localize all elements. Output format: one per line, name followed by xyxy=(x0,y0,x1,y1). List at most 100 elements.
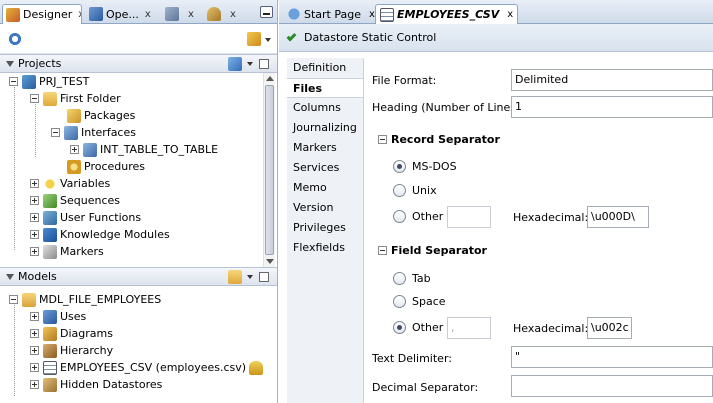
tree-node-mdl-file-employees[interactable]: MDL_FILE_EMPLOYEES xyxy=(9,291,161,308)
collapse-icon[interactable] xyxy=(378,246,387,255)
expand-icon[interactable] xyxy=(30,363,39,372)
tree-node-int-table-to-table[interactable]: INT_TABLE_TO_TABLE xyxy=(70,141,218,158)
minimize-button[interactable] xyxy=(260,6,273,18)
projects-section-header[interactable]: Projects xyxy=(0,54,277,73)
expand-icon[interactable] xyxy=(30,213,39,222)
nav-columns[interactable]: Columns xyxy=(287,98,363,118)
nav-definition[interactable]: Definition xyxy=(287,58,363,78)
radio-icon[interactable] xyxy=(393,184,406,197)
tree-node-prj-test[interactable]: PRJ_TEST xyxy=(9,73,89,90)
tree-node-variables[interactable]: Variables xyxy=(30,175,110,192)
tab-operator[interactable]: Ope... x xyxy=(86,4,156,24)
tree-node-knowledge-modules[interactable]: Knowledge Modules xyxy=(30,226,170,243)
tree-node-hidden-datastores[interactable]: Hidden Datastores xyxy=(30,376,162,393)
nav-files[interactable]: Files xyxy=(287,78,363,98)
projects-scrollbar[interactable] xyxy=(263,73,275,267)
tree-node-procedures[interactable]: Procedures xyxy=(67,158,145,175)
tree-node-employees-csv[interactable]: EMPLOYEES_CSV (employees.csv) xyxy=(30,359,266,376)
chevron-down-icon[interactable] xyxy=(265,38,271,42)
tree-node-markers[interactable]: Markers xyxy=(30,243,104,260)
nav-flexfields[interactable]: Flexfields xyxy=(287,238,363,258)
decimal-separator-field[interactable] xyxy=(511,375,713,397)
tree-node-user-functions[interactable]: User Functions xyxy=(30,209,141,226)
models-section-header[interactable]: Models xyxy=(0,267,277,286)
nav-version[interactable]: Version xyxy=(287,198,363,218)
collapse-icon[interactable] xyxy=(378,135,387,144)
expand-icon[interactable] xyxy=(30,196,39,205)
field-hex-field[interactable]: \u002c xyxy=(587,317,632,339)
tree-node-packages[interactable]: Packages xyxy=(67,107,135,124)
radio-selected-icon[interactable] xyxy=(393,160,406,173)
record-other-field[interactable] xyxy=(447,206,491,228)
radio-icon[interactable] xyxy=(393,295,406,308)
expand-icon[interactable] xyxy=(30,312,39,321)
hierarchy-icon xyxy=(43,343,57,358)
tree-node-first-folder[interactable]: First Folder xyxy=(30,90,121,107)
tab-security[interactable]: x xyxy=(204,4,244,24)
tree-node-diagrams[interactable]: Diagrams xyxy=(30,325,113,342)
close-icon[interactable]: x xyxy=(78,9,81,20)
radio-selected-icon[interactable] xyxy=(393,321,406,334)
radio-record-other[interactable]: Other xyxy=(393,210,443,223)
tree-node-interfaces[interactable]: Interfaces xyxy=(51,124,136,141)
tab-employees-csv[interactable]: EMPLOYEES_CSV x xyxy=(375,4,519,24)
refresh-icon[interactable] xyxy=(8,32,22,46)
tree-node-label: Hidden Datastores xyxy=(60,378,163,391)
section-menu-icon[interactable] xyxy=(259,272,269,282)
expand-icon[interactable] xyxy=(70,145,79,154)
nav-services[interactable]: Services xyxy=(287,158,363,178)
control-bar-label: Datastore Static Control xyxy=(304,31,437,44)
collapse-icon[interactable] xyxy=(30,94,39,103)
close-icon[interactable]: x xyxy=(507,9,513,20)
expand-icon[interactable] xyxy=(30,179,39,188)
radio-icon[interactable] xyxy=(393,272,406,285)
radio-ms-dos[interactable]: MS-DOS xyxy=(393,160,457,173)
close-icon[interactable]: x xyxy=(188,9,194,20)
nav-memo[interactable]: Memo xyxy=(287,178,363,198)
datastore-static-control-bar[interactable]: Datastore Static Control xyxy=(279,24,713,52)
field-other-field[interactable]: , xyxy=(447,317,491,339)
new-model-folder-icon[interactable] xyxy=(228,270,242,284)
scroll-up-arrow-icon[interactable] xyxy=(266,76,274,81)
tab-start-page[interactable]: Start Page x xyxy=(283,4,379,24)
scroll-thumb[interactable] xyxy=(265,85,274,255)
tree-node-uses[interactable]: Uses xyxy=(30,308,86,325)
nav-journalizing[interactable]: Journalizing xyxy=(287,118,363,138)
radio-unix[interactable]: Unix xyxy=(393,184,437,197)
expand-icon[interactable] xyxy=(30,329,39,338)
collapse-triangle-icon[interactable] xyxy=(6,61,14,67)
chevron-down-icon[interactable] xyxy=(247,275,253,279)
expand-icon[interactable] xyxy=(30,247,39,256)
expand-icon[interactable] xyxy=(30,380,39,389)
scroll-down-arrow-icon[interactable] xyxy=(266,259,274,264)
expand-icon[interactable] xyxy=(30,346,39,355)
record-hex-field[interactable]: \u000D\ xyxy=(587,206,649,228)
close-icon[interactable]: x xyxy=(230,9,236,20)
expand-icon[interactable] xyxy=(30,230,39,239)
section-menu-icon[interactable] xyxy=(259,59,269,69)
record-separator-group-header[interactable]: Record Separator xyxy=(378,133,500,146)
collapse-icon[interactable] xyxy=(9,295,18,304)
new-project-icon[interactable] xyxy=(228,57,242,71)
left-tab-strip: Designer x Ope... x x x xyxy=(0,0,277,24)
collapse-icon[interactable] xyxy=(51,128,60,137)
collapse-icon[interactable] xyxy=(9,77,18,86)
radio-space[interactable]: Space xyxy=(393,295,446,308)
collapse-triangle-icon[interactable] xyxy=(6,274,14,280)
file-format-field[interactable]: Delimited xyxy=(511,69,713,91)
text-delimiter-field[interactable]: " xyxy=(511,346,713,368)
heading-field[interactable]: 1 xyxy=(511,96,713,118)
nav-privileges[interactable]: Privileges xyxy=(287,218,363,238)
tab-topology[interactable]: x xyxy=(162,4,200,24)
tab-designer[interactable]: Designer x xyxy=(2,4,82,24)
tree-node-sequences[interactable]: Sequences xyxy=(30,192,120,209)
nav-markers[interactable]: Markers xyxy=(287,138,363,158)
chevron-down-icon[interactable] xyxy=(247,62,253,66)
radio-field-other[interactable]: Other xyxy=(393,321,443,334)
tree-node-hierarchy[interactable]: Hierarchy xyxy=(30,342,113,359)
radio-icon[interactable] xyxy=(393,210,406,223)
connect-menu-icon[interactable] xyxy=(247,32,261,46)
radio-tab[interactable]: Tab xyxy=(393,272,431,285)
field-separator-group-header[interactable]: Field Separator xyxy=(378,244,487,257)
close-icon[interactable]: x xyxy=(145,9,151,20)
